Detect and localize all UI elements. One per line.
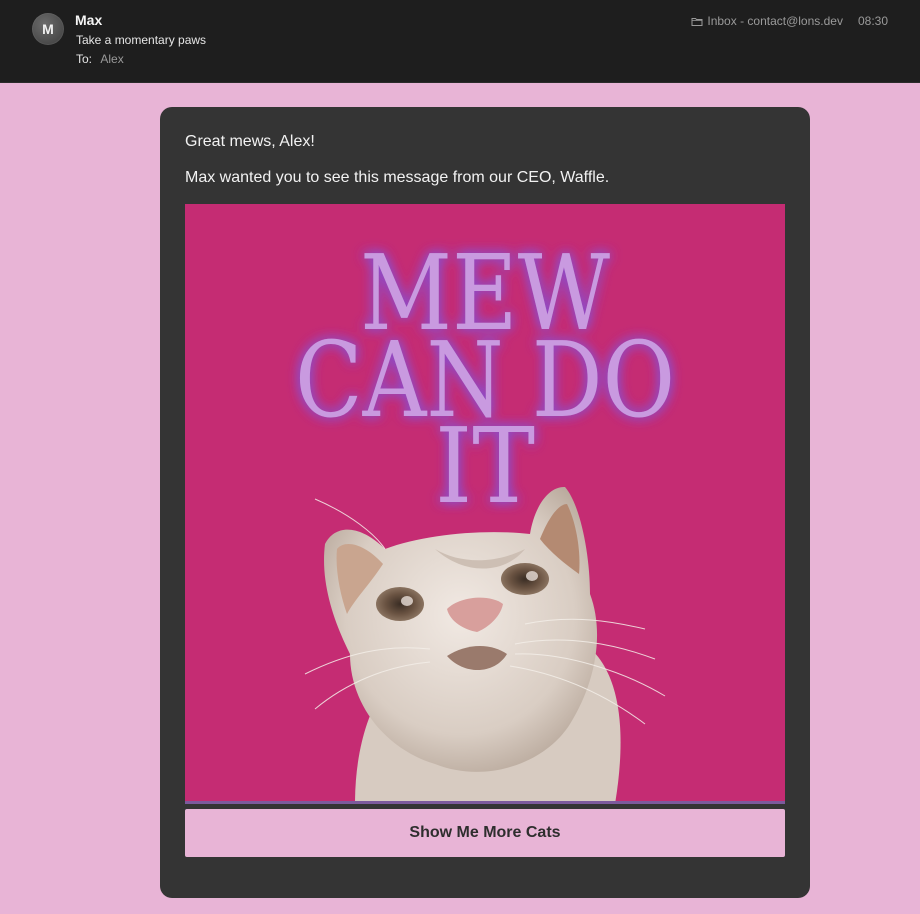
recipient-line: To: Alex (76, 52, 124, 66)
recipient-name[interactable]: Alex (100, 52, 123, 66)
greeting-text: Great mews, Alex! (185, 133, 315, 150)
to-label: To: (76, 52, 93, 66)
hero-image: MEW CAN DO IT (185, 204, 785, 804)
hero-line-3: IT (435, 405, 535, 527)
cat-illustration (304, 486, 666, 801)
email-header: M Max Take a momentary paws To: Alex Inb… (0, 0, 920, 83)
sender-name[interactable]: Max (75, 12, 102, 28)
email-meta: Inbox - contact@lons.dev 08:30 (691, 14, 888, 28)
email-subject: Take a momentary paws (76, 33, 207, 47)
intro-text: Max wanted you to see this message from … (185, 169, 610, 186)
mailbox-icon (691, 18, 703, 26)
mailbox-label[interactable]: Inbox - contact@lons.dev (707, 14, 843, 28)
email-card: Great mews, Alex! Max wanted you to see … (160, 107, 810, 898)
email-time: 08:30 (857, 14, 888, 28)
sender-avatar[interactable]: M (32, 13, 64, 45)
show-more-cats-button[interactable]: Show Me More Cats (185, 809, 785, 857)
hero-graphic: MEW CAN DO IT (295, 232, 675, 801)
